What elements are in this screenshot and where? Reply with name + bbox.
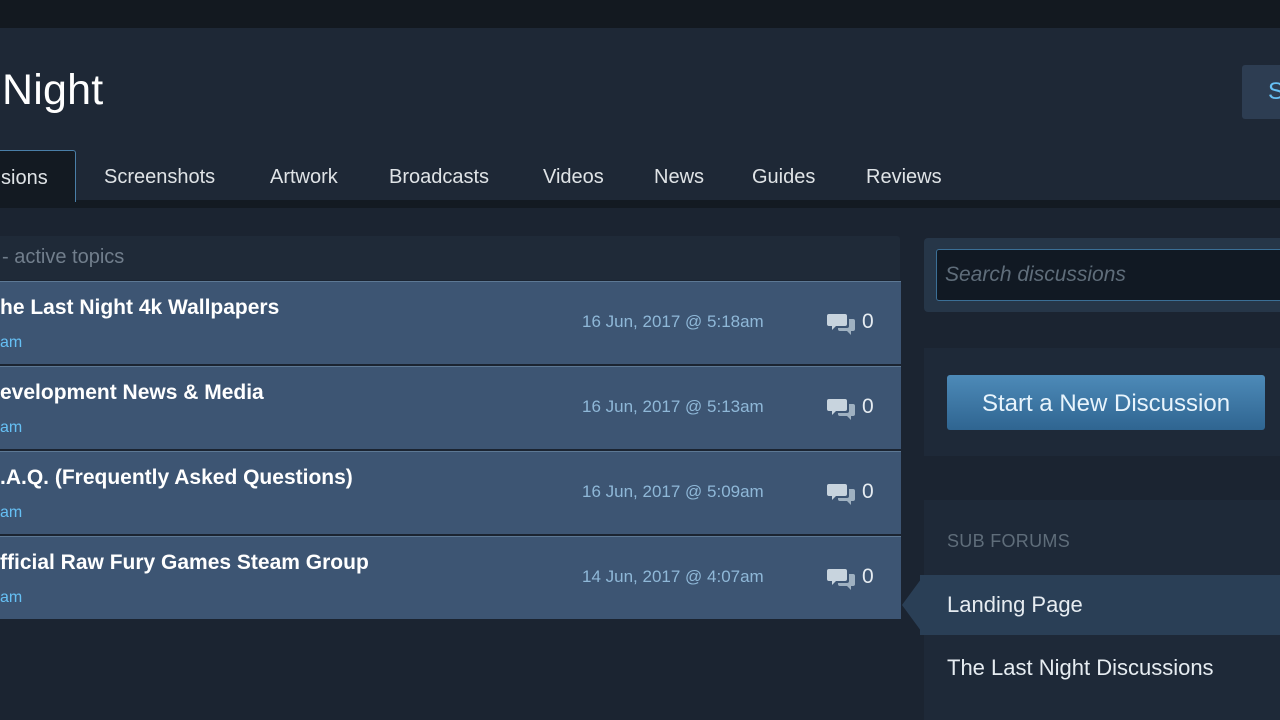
reply-count: 0: [862, 310, 874, 333]
app-header: [0, 28, 1280, 150]
header-action-button[interactable]: S: [1242, 65, 1280, 119]
start-new-discussion-button[interactable]: Start a New Discussion: [947, 375, 1265, 430]
topic-row[interactable]: evelopment News & Media am 16 Jun, 2017 …: [0, 366, 901, 449]
topic-row[interactable]: .A.Q. (Frequently Asked Questions) am 16…: [0, 451, 901, 534]
speech-bubbles-icon: [827, 399, 855, 420]
topic-author[interactable]: am: [0, 419, 22, 437]
reply-count: 0: [862, 565, 874, 588]
topic-author[interactable]: am: [0, 589, 22, 607]
topic-date: 16 Jun, 2017 @ 5:18am: [582, 312, 764, 331]
tab-videos[interactable]: Videos: [543, 150, 604, 202]
topic-author[interactable]: am: [0, 504, 22, 522]
topic-author[interactable]: am: [0, 334, 22, 352]
reply-count: 0: [862, 395, 874, 418]
topic-row[interactable]: he Last Night 4k Wallpapers am 16 Jun, 2…: [0, 281, 901, 364]
topic-date: 16 Jun, 2017 @ 5:13am: [582, 397, 764, 416]
topic-title[interactable]: evelopment News & Media: [0, 381, 264, 405]
active-topics-label: - active topics: [2, 246, 125, 268]
topic-row[interactable]: fficial Raw Fury Games Steam Group am 14…: [0, 536, 901, 619]
tab-news[interactable]: News: [654, 150, 704, 202]
reply-count: 0: [862, 480, 874, 503]
tab-reviews[interactable]: Reviews: [866, 150, 942, 202]
topic-date: 16 Jun, 2017 @ 5:09am: [582, 482, 764, 501]
tab-guides[interactable]: Guides: [752, 150, 815, 202]
topics-header: - active topics: [0, 236, 900, 280]
topic-date: 14 Jun, 2017 @ 4:07am: [582, 567, 764, 586]
subforum-item-landing-page[interactable]: Landing Page: [947, 592, 1083, 618]
speech-bubbles-icon: [827, 314, 855, 335]
subforum-item-discussions[interactable]: The Last Night Discussions: [947, 655, 1214, 681]
tab-discussions[interactable]: sions: [0, 150, 76, 202]
speech-bubbles-icon: [827, 569, 855, 590]
subforums-heading: SUB FORUMS: [947, 531, 1071, 551]
tab-screenshots[interactable]: Screenshots: [104, 150, 215, 202]
speech-bubbles-icon: [827, 484, 855, 505]
tab-broadcasts[interactable]: Broadcasts: [389, 150, 489, 202]
topic-title[interactable]: .A.Q. (Frequently Asked Questions): [0, 466, 353, 490]
search-input[interactable]: [936, 249, 1280, 301]
topic-title[interactable]: he Last Night 4k Wallpapers: [0, 296, 279, 320]
topic-title[interactable]: fficial Raw Fury Games Steam Group: [0, 551, 369, 575]
tab-artwork[interactable]: Artwork: [270, 150, 338, 202]
window-top-bar: [0, 0, 1280, 28]
page-title: Night: [2, 66, 104, 114]
